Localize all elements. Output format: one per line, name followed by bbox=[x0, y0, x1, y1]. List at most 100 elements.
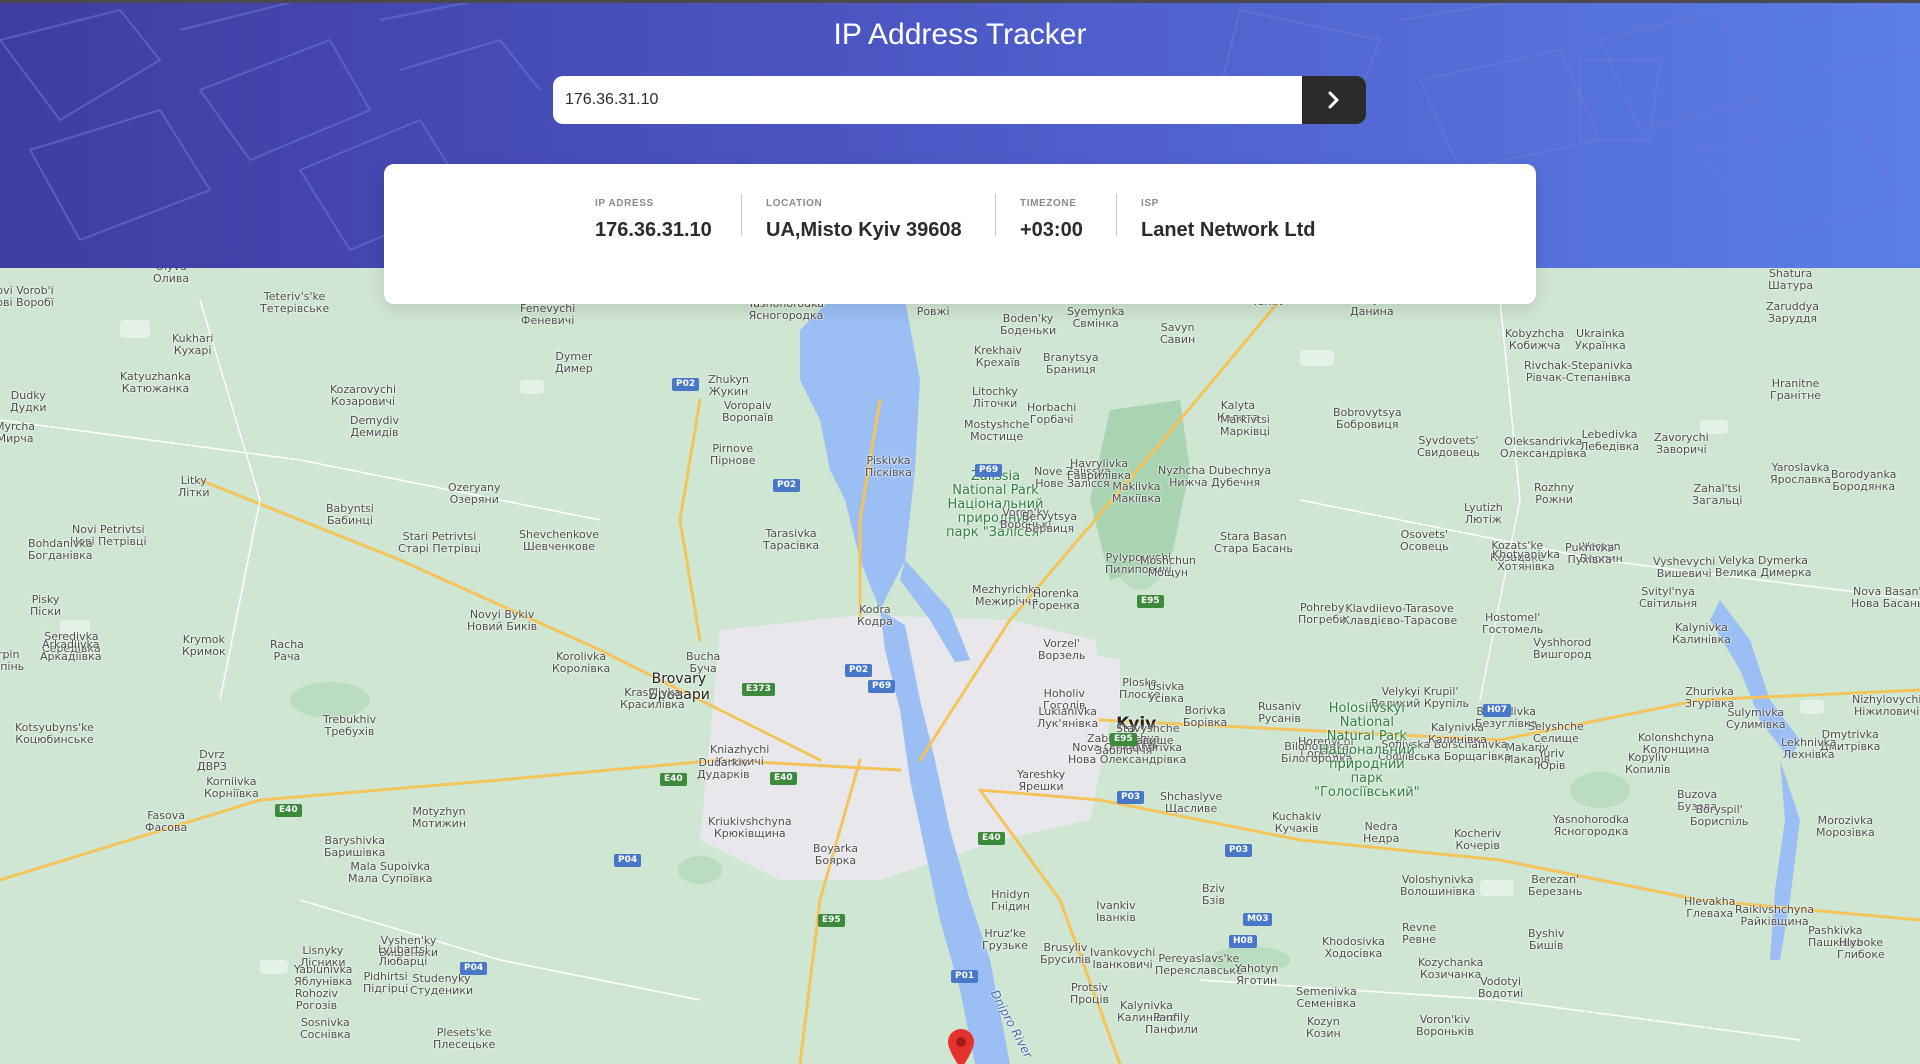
place-label: Nova Basan' Нова Басань bbox=[1851, 585, 1920, 610]
place-label: Zaruddya Заруддя bbox=[1766, 300, 1819, 325]
place-label: Bervytsya Бервиця bbox=[1022, 510, 1078, 535]
search-form bbox=[553, 76, 1366, 124]
place-label: Mezhyrichka Межиріччя bbox=[972, 583, 1042, 608]
place-label: Kotsyubyns'ke Коцюбинське bbox=[15, 721, 94, 746]
place-label: Korolivka Королівка bbox=[552, 650, 611, 675]
place-label: Moshchun Мощун bbox=[1140, 554, 1196, 579]
timezone-label: TIMEZONE bbox=[1020, 198, 1077, 209]
place-label: Voropaiv Воропаїв bbox=[722, 399, 774, 424]
road-badge: P02 bbox=[672, 378, 700, 391]
location-pin-icon[interactable] bbox=[948, 1029, 974, 1064]
place-label: Osovets' Осовець bbox=[1400, 528, 1449, 553]
ip-address-value: 176.36.31.10 bbox=[595, 219, 712, 241]
place-label: Kobyzhcha Кобижча bbox=[1505, 327, 1565, 352]
place-label: Hlyboke Глибоке bbox=[1837, 936, 1885, 961]
place-label: Dvrz ДВРЗ bbox=[197, 748, 227, 773]
place-label: Fenevychi Феневичі bbox=[520, 302, 576, 327]
place-label: Motyzhyn Мотижин bbox=[412, 805, 467, 830]
place-label: Horenka Горенка bbox=[1032, 587, 1080, 612]
place-label: Pohreby Погреби bbox=[1298, 601, 1347, 626]
place-label: Teteriv's'ke Тетерівське bbox=[260, 290, 330, 315]
place-label: Kocheriv Кочерів bbox=[1454, 827, 1502, 852]
place-label: Syvdovets' Свидовець bbox=[1417, 434, 1480, 459]
place-label: Baryshivka Баришівка bbox=[324, 834, 386, 859]
road-badge: P04 bbox=[460, 962, 488, 975]
place-label: Studenyky Студеники bbox=[410, 972, 474, 997]
place-label: Hlevakha Глеваха bbox=[1684, 895, 1736, 920]
search-submit-button[interactable] bbox=[1302, 76, 1366, 124]
place-label: Yuriv Юрів bbox=[1537, 747, 1566, 772]
place-label: Revne Ревне bbox=[1402, 921, 1437, 946]
isp-label: ISP bbox=[1141, 198, 1159, 209]
place-label: Panfily Панфили bbox=[1145, 1011, 1198, 1036]
place-label: Havrylivka Гаврилівка bbox=[1067, 457, 1132, 482]
road-badge: M03 bbox=[1243, 913, 1273, 926]
isp-value: Lanet Network Ltd bbox=[1141, 219, 1316, 241]
place-label: Litky Літки bbox=[178, 474, 210, 499]
place-label: Arkadiivka Аркадіївка bbox=[40, 638, 102, 663]
place-label: Borivka Борівка bbox=[1183, 704, 1228, 729]
road-badge: H08 bbox=[1229, 935, 1258, 948]
place-label: Lukianivka Лук'янівка bbox=[1037, 705, 1099, 730]
place-label: Brusyliv Брусилів bbox=[1040, 941, 1091, 966]
place-label: Vyshhorod Вишгород bbox=[1533, 636, 1592, 661]
place-label: Lyubartsi Любарці bbox=[378, 943, 428, 968]
place-label: Piskivka Пісківка bbox=[865, 454, 912, 479]
place-label: Yaroslavka Ярославка bbox=[1770, 461, 1832, 486]
road-badge: E95 bbox=[1137, 595, 1164, 608]
place-label: Mostyshche Мостище bbox=[964, 418, 1030, 443]
place-label: Yasnohorodka Ясногородка bbox=[1553, 813, 1629, 838]
place-label: Olyva Олива bbox=[153, 268, 190, 285]
place-label: Bohdanivka Богданівка bbox=[28, 537, 93, 562]
place-label: Rivchak-Stepanivka Рівчак-Степанівка bbox=[1524, 359, 1633, 384]
place-label: Voloshynivka Волошинівка bbox=[1400, 873, 1476, 898]
road-badge: E373 bbox=[742, 683, 775, 696]
place-label: Pirnove Пірнове bbox=[710, 442, 756, 467]
timezone-value: +03:00 bbox=[1020, 219, 1083, 241]
place-label: Protsiv Проців bbox=[1070, 981, 1110, 1006]
ip-address-section: IP ADRESS 176.36.31.10 bbox=[595, 198, 712, 242]
place-label: Morozivka Морозівка bbox=[1816, 814, 1875, 839]
place-label: Novyi Bykiv Новий Биків bbox=[467, 608, 538, 633]
place-label: Myrcha Мирча bbox=[0, 420, 36, 445]
ip-search-input[interactable] bbox=[553, 76, 1302, 124]
place-label: Hranitne Гранітне bbox=[1770, 377, 1822, 402]
place-label: Korniivka Корніївка bbox=[204, 775, 259, 800]
info-divider bbox=[1116, 194, 1117, 236]
place-label: Kukhari Кухарі bbox=[172, 332, 214, 357]
place-label: Savyn Савин bbox=[1160, 321, 1196, 346]
road-badge: P02 bbox=[773, 479, 801, 492]
place-label: Bziv Бзів bbox=[1202, 882, 1225, 907]
place-label: Krekhaiv Крехаїв bbox=[974, 344, 1022, 369]
place-label: Lekhnivka Лехнівка bbox=[1781, 736, 1837, 761]
place-label: Byshiv Бишів bbox=[1528, 927, 1565, 952]
place-label: Stari Petrivtsi Старі Петрівці bbox=[398, 530, 481, 555]
place-label: Plesets'ke Плесецьке bbox=[433, 1026, 496, 1051]
place-label: Trebukhiv Требухів bbox=[323, 713, 377, 738]
ip-info-card: IP ADRESS 176.36.31.10 LOCATION UA,Misto… bbox=[384, 164, 1536, 304]
place-label: Nyzhcha Dubechnya Нижча Дубечня bbox=[1158, 464, 1272, 489]
map-view[interactable]: Olyva Олива Novi Vorob'i Нові Воробї Teter… bbox=[0, 268, 1920, 1064]
road-badge: E95 bbox=[1110, 733, 1137, 746]
place-label: Bobrovytsya Бобровиця bbox=[1333, 406, 1402, 431]
place-label: Berezan' Березань bbox=[1528, 873, 1583, 898]
place-label: Rusaniv Русанів bbox=[1258, 700, 1302, 725]
place-label: Pukhivka Пухівка bbox=[1565, 541, 1615, 566]
info-divider bbox=[741, 194, 742, 236]
road-badge: P02 bbox=[845, 664, 873, 677]
location-section: LOCATION UA,Misto Kyiv 39608 bbox=[766, 198, 962, 242]
place-label: Nedra Недра bbox=[1363, 820, 1400, 845]
road-badge: E95 bbox=[818, 914, 845, 927]
page-title: IP Address Tracker bbox=[833, 18, 1087, 51]
place-label: Voron'kiv Вороньків bbox=[1416, 1013, 1474, 1038]
place-label: Krasylivka Красилівка bbox=[620, 686, 685, 711]
place-label: Svityl'nya Світильня bbox=[1639, 585, 1698, 610]
place-label: Boden'ky Боденьки bbox=[1000, 312, 1057, 337]
road-badge: E40 bbox=[978, 832, 1005, 845]
ip-address-label: IP ADRESS bbox=[595, 198, 654, 209]
place-label: Kuchakiv Кучаків bbox=[1272, 810, 1322, 835]
road-badge: E40 bbox=[660, 773, 687, 786]
place-label: Rohoziv Рогозів bbox=[295, 987, 338, 1012]
place-label: Khodosivka Ходосівка bbox=[1322, 935, 1385, 960]
place-label: Krymok Кримок bbox=[182, 633, 226, 658]
